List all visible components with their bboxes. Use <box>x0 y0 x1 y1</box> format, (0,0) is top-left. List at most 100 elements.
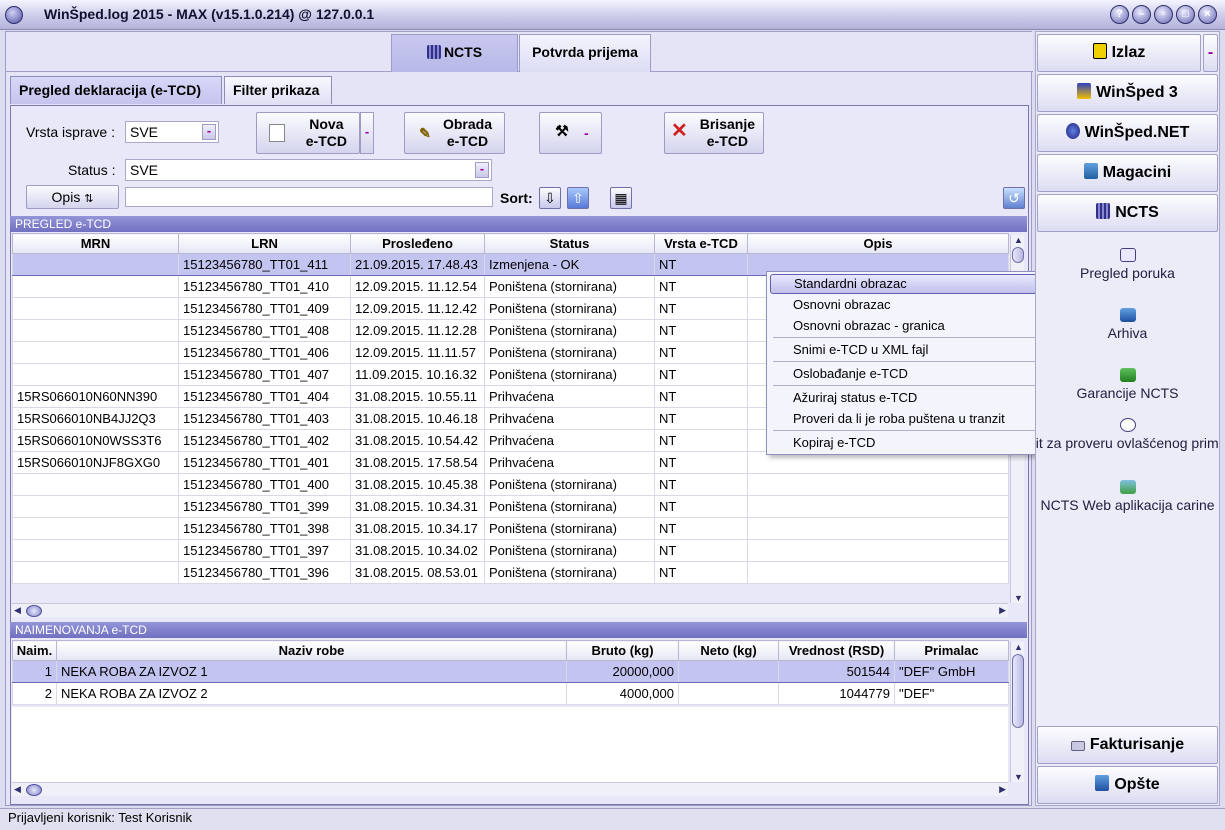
cell-status: Poništena (stornirana) <box>484 473 655 496</box>
pregled-horizontal-scrollbar[interactable]: ◀ ▶ <box>12 603 1008 617</box>
table-row[interactable]: 1 NEKA ROBA ZA IZVOZ 1 20000,000 501544 "DEF… <box>12 660 1009 683</box>
sidebar-link-upit-primaoca[interactable]: pit za proveru ovlašćenog primaoca <box>1036 418 1219 452</box>
cell-vrsta: NT <box>654 473 748 496</box>
column-header-mrn[interactable]: MRN <box>12 233 179 254</box>
tools-button[interactable]: ⚒ - <box>539 112 602 154</box>
tab-ncts[interactable]: NCTS <box>391 34 518 72</box>
nova-dropdown-button[interactable]: - <box>360 112 374 154</box>
cell-status: Prihvaćena <box>484 451 655 474</box>
minimize-button[interactable]: – <box>1132 5 1151 24</box>
table-row[interactable]: 15123456780_TT01_396 31.08.2015. 08.53.01… <box>12 561 1009 584</box>
column-header-neto[interactable]: Neto (kg) <box>678 640 779 661</box>
menu-item-proveri-tranzit[interactable]: Proveri da li je roba puštena u tranzit <box>767 408 1051 429</box>
menu-item-azuriraj-status[interactable]: Ažuriraj status e-TCD <box>767 387 1051 408</box>
winsped-net-label: WinŠped.NET <box>1084 124 1190 141</box>
general-icon <box>1095 775 1110 791</box>
cell-lrn: 15123456780_TT01_397 <box>178 539 351 562</box>
sidebar-button-opste[interactable]: Opšte <box>1037 766 1218 804</box>
status-select[interactable]: SVE - <box>125 159 492 181</box>
scroll-thumb[interactable] <box>1012 654 1024 728</box>
fakturisanje-label: Fakturisanje <box>1089 736 1185 753</box>
naimenovanja-horizontal-scrollbar[interactable]: ◀ ▶ <box>12 782 1008 796</box>
scroll-right-icon[interactable]: ▶ <box>999 784 1006 795</box>
tab-potvrda-prijema[interactable]: Potvrda prijema <box>519 34 651 72</box>
sidebar-link-garancije[interactable]: Garancije NCTS <box>1036 368 1219 402</box>
column-header-status[interactable]: Status <box>484 233 655 254</box>
cell-date: 31.08.2015. 10.34.31 <box>350 495 485 518</box>
scroll-thumb[interactable] <box>1012 247 1024 263</box>
sidebar-link-pregled-poruka[interactable]: Pregled poruka <box>1036 248 1219 282</box>
column-header-naziv[interactable]: Naziv robe <box>56 640 567 661</box>
sidebar-button-winsped3[interactable]: WinŠped 3 <box>1037 74 1218 112</box>
menu-item-kopiraj[interactable]: Kopiraj e-TCD <box>767 432 1051 453</box>
brisanje-etcd-button[interactable]: ✕ Brisanje e-TCD <box>664 112 764 154</box>
column-header-vrednost[interactable]: Vrednost (RSD) <box>778 640 895 661</box>
column-header-prosledjeno[interactable]: Prosleđeno <box>350 233 485 254</box>
table-row[interactable]: 15123456780_TT01_398 31.08.2015. 10.34.17… <box>12 517 1009 540</box>
obrada-etcd-button[interactable]: ✎ Obrada e-TCD <box>404 112 505 154</box>
column-header-naim[interactable]: Naim. <box>12 640 57 661</box>
scroll-left-icon[interactable]: ◀ <box>14 784 21 795</box>
column-header-primalac[interactable]: Primalac <box>894 640 1009 661</box>
sidebar-button-ncts[interactable]: NCTS <box>1037 194 1218 232</box>
menu-item-oslobadjanje[interactable]: Oslobađanje e-TCD <box>767 363 1051 384</box>
table-row[interactable]: 2 NEKA ROBA ZA IZVOZ 2 4000,000 1044779 "DEF… <box>12 682 1009 705</box>
opis-button[interactable]: Opis ⇅ <box>26 185 119 209</box>
naimenovanja-vertical-scrollbar[interactable]: ▲ ▼ <box>1010 642 1024 782</box>
table-row[interactable]: 15123456780_TT01_400 31.08.2015. 10.45.38… <box>12 473 1009 496</box>
scroll-up-icon[interactable]: ▲ <box>1014 642 1023 652</box>
cell-date: 12.09.2015. 11.12.42 <box>350 297 485 320</box>
chevron-down-icon[interactable]: - <box>202 124 216 140</box>
sidebar-button-fakturisanje[interactable]: Fakturisanje <box>1037 726 1218 764</box>
menu-item-snimi-xml[interactable]: Snimi e-TCD u XML fajl <box>767 339 1051 360</box>
sidebar-link-ncts-web[interactable]: NCTS Web aplikacija carine <box>1036 480 1219 514</box>
maximize-button[interactable]: □ <box>1176 5 1195 24</box>
sidebar-button-izlaz[interactable]: Izlaz <box>1037 34 1201 72</box>
sidebar-button-magacini[interactable]: Magacini <box>1037 154 1218 192</box>
menu-item-osnovni-obrazac[interactable]: Osnovni obrazac <box>767 294 1051 315</box>
cell-vrsta: NT <box>654 319 748 342</box>
cell-date: 31.08.2015. 10.55.11 <box>350 385 485 408</box>
edit-pen-icon: ✎ <box>419 125 431 141</box>
table-row[interactable]: 15123456780_TT01_399 31.08.2015. 10.34.31… <box>12 495 1009 518</box>
column-header-opis[interactable]: Opis <box>747 233 1009 254</box>
close-button[interactable]: × <box>1198 5 1217 24</box>
menu-item-osnovni-obrazac-granica[interactable]: Osnovni obrazac - granica <box>767 315 1051 336</box>
scroll-up-icon[interactable]: ▲ <box>1014 235 1023 245</box>
sort-descending-icon[interactable]: ⇧ <box>567 187 589 209</box>
scroll-down-icon[interactable]: ▼ <box>1014 593 1023 603</box>
brisanje-label-2: e-TCD <box>706 133 748 149</box>
vrsta-isprave-select[interactable]: SVE - <box>125 121 219 143</box>
scroll-down-icon[interactable]: ▼ <box>1014 772 1023 782</box>
sidebar-button-winsped-net[interactable]: WinŠped.NET <box>1037 114 1218 152</box>
sidebar-link-arhiva[interactable]: Arhiva <box>1036 308 1219 342</box>
grid-layout-icon[interactable]: ▦ <box>610 187 632 209</box>
tab-pregled-deklaracija[interactable]: Pregled deklaracija (e-TCD) <box>10 76 222 104</box>
cell-lrn: 15123456780_TT01_406 <box>178 341 351 364</box>
hscroll-thumb[interactable] <box>26 605 42 617</box>
tab-filter-prikaza[interactable]: Filter prikaza <box>224 76 332 104</box>
tools-icon: ⚒ <box>555 123 569 140</box>
column-header-bruto[interactable]: Bruto (kg) <box>566 640 679 661</box>
scroll-left-icon[interactable]: ◀ <box>14 605 21 616</box>
restore-button[interactable]: ▫ <box>1154 5 1173 24</box>
hscroll-thumb[interactable] <box>26 784 42 796</box>
column-header-vrsta[interactable]: Vrsta e-TCD <box>654 233 748 254</box>
scroll-right-icon[interactable]: ▶ <box>999 605 1006 616</box>
column-header-lrn[interactable]: LRN <box>178 233 351 254</box>
ncts-label: NCTS <box>1115 204 1159 221</box>
chevron-down-icon[interactable]: - <box>475 162 489 178</box>
menu-item-standardni-obrazac[interactable]: Standardni obrazac <box>770 274 1048 294</box>
sort-ascending-icon[interactable]: ⇩ <box>539 187 561 209</box>
refresh-icon[interactable]: ↺ <box>1003 187 1025 209</box>
izlaz-dropdown-button[interactable]: - <box>1203 34 1218 72</box>
cell-vrsta: NT <box>654 451 748 474</box>
app-menu-icon[interactable] <box>5 6 23 24</box>
nova-etcd-button[interactable]: Nova e-TCD <box>256 112 360 154</box>
help-icon[interactable]: ? <box>1110 5 1129 24</box>
cell-lrn: 15123456780_TT01_396 <box>178 561 351 584</box>
cell-primalac: "DEF" <box>894 682 1009 705</box>
table-row[interactable]: 15123456780_TT01_397 31.08.2015. 10.34.02… <box>12 539 1009 562</box>
cell-date: 31.08.2015. 10.45.38 <box>350 473 485 496</box>
opis-input[interactable] <box>125 187 493 207</box>
